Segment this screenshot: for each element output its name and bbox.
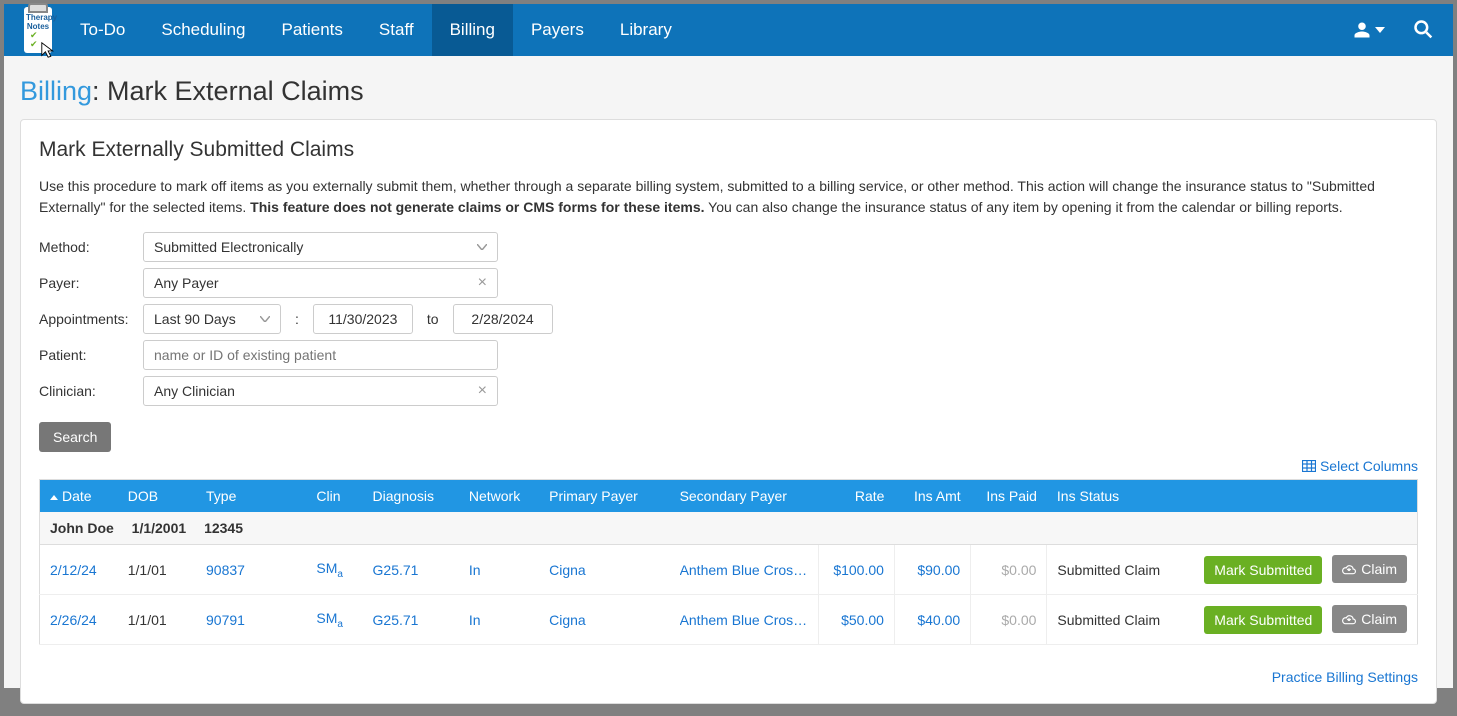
patient-group-row: John Doe 1/1/2001 12345 bbox=[40, 512, 1418, 545]
user-menu[interactable] bbox=[1353, 21, 1385, 39]
table-row: 2/26/24 1/1/01 90791 SMa G25.71 In Cigna… bbox=[40, 595, 1418, 645]
col-network[interactable]: Network bbox=[459, 480, 539, 513]
table-header-row: Date DOB Type Clin Diagnosis Network Pri… bbox=[40, 480, 1418, 513]
claim-button[interactable]: Claim bbox=[1332, 605, 1407, 633]
col-clin[interactable]: Clin bbox=[306, 480, 362, 513]
user-icon bbox=[1353, 21, 1371, 39]
cell-insamt[interactable]: $90.00 bbox=[917, 562, 960, 578]
group-patient-id: 12345 bbox=[204, 520, 243, 536]
colon-separator: : bbox=[289, 311, 305, 327]
col-actions bbox=[1187, 480, 1417, 513]
cell-date[interactable]: 2/12/24 bbox=[50, 562, 97, 578]
cell-dob: 1/1/01 bbox=[118, 595, 196, 645]
clear-payer-icon[interactable]: × bbox=[478, 274, 487, 292]
group-patient-dob: 1/1/2001 bbox=[132, 520, 187, 536]
nav-item-payers[interactable]: Payers bbox=[513, 4, 602, 56]
payer-select[interactable]: Any Payer × bbox=[143, 268, 498, 298]
breadcrumb-page: : Mark External Claims bbox=[92, 76, 364, 106]
patient-label: Patient: bbox=[39, 347, 135, 363]
cell-secondary[interactable]: Anthem Blue Cros… bbox=[680, 612, 808, 628]
cell-network[interactable]: In bbox=[469, 612, 481, 628]
col-insstatus[interactable]: Ins Status bbox=[1047, 480, 1187, 513]
cell-secondary[interactable]: Anthem Blue Cros… bbox=[680, 562, 808, 578]
appointments-range-select[interactable]: Last 90 Days bbox=[143, 304, 281, 334]
select-columns-link[interactable]: Select Columns bbox=[1302, 458, 1418, 474]
main-panel: Mark Externally Submitted Claims Use thi… bbox=[20, 119, 1437, 704]
logo[interactable]: TherapyNotes ✔✔ bbox=[4, 4, 62, 56]
cell-network[interactable]: In bbox=[469, 562, 481, 578]
clear-clinician-icon[interactable]: × bbox=[478, 382, 487, 400]
col-type[interactable]: Type bbox=[196, 480, 306, 513]
clinician-label: Clinician: bbox=[39, 383, 135, 399]
appointments-label: Appointments: bbox=[39, 311, 135, 327]
patient-input-wrapper bbox=[143, 340, 498, 370]
chevron-down-icon bbox=[477, 244, 487, 250]
cell-insamt[interactable]: $40.00 bbox=[917, 612, 960, 628]
cell-type[interactable]: 90837 bbox=[206, 562, 245, 578]
mark-submitted-button[interactable]: Mark Submitted bbox=[1204, 606, 1322, 634]
cell-rate[interactable]: $100.00 bbox=[833, 562, 884, 578]
cell-primary[interactable]: Cigna bbox=[549, 612, 586, 628]
group-patient-name: John Doe bbox=[50, 520, 114, 536]
cloud-download-icon bbox=[1342, 563, 1356, 575]
cell-primary[interactable]: Cigna bbox=[549, 562, 586, 578]
claims-table: Date DOB Type Clin Diagnosis Network Pri… bbox=[39, 479, 1418, 645]
breadcrumb-section[interactable]: Billing bbox=[20, 76, 92, 106]
date-from-input[interactable]: 11/30/2023 bbox=[313, 304, 413, 334]
col-rate[interactable]: Rate bbox=[818, 480, 894, 513]
app-frame: TherapyNotes ✔✔ To-Do Scheduling Patient… bbox=[4, 4, 1453, 688]
method-label: Method: bbox=[39, 239, 135, 255]
cell-clin[interactable]: SMa bbox=[316, 610, 343, 626]
panel-title: Mark Externally Submitted Claims bbox=[39, 138, 1418, 162]
col-primary[interactable]: Primary Payer bbox=[539, 480, 669, 513]
col-inspaid[interactable]: Ins Paid bbox=[971, 480, 1047, 513]
nav-item-scheduling[interactable]: Scheduling bbox=[143, 4, 263, 56]
chevron-down-icon bbox=[260, 316, 270, 322]
payer-label: Payer: bbox=[39, 275, 135, 291]
cell-clin[interactable]: SMa bbox=[316, 560, 343, 576]
col-dob[interactable]: DOB bbox=[118, 480, 196, 513]
practice-billing-settings-link[interactable]: Practice Billing Settings bbox=[1272, 669, 1418, 685]
chevron-down-icon bbox=[1375, 27, 1385, 33]
panel-description: Use this procedure to mark off items as … bbox=[39, 176, 1418, 218]
table-row: 2/12/24 1/1/01 90837 SMa G25.71 In Cigna… bbox=[40, 545, 1418, 595]
cell-rate[interactable]: $50.00 bbox=[841, 612, 884, 628]
cursor-icon bbox=[40, 41, 58, 59]
mark-submitted-button[interactable]: Mark Submitted bbox=[1204, 556, 1322, 584]
grid-icon bbox=[1302, 460, 1316, 472]
col-date[interactable]: Date bbox=[40, 480, 118, 513]
cell-type[interactable]: 90791 bbox=[206, 612, 245, 628]
cloud-download-icon bbox=[1342, 613, 1356, 625]
cell-dob: 1/1/01 bbox=[118, 545, 196, 595]
sort-asc-icon bbox=[50, 495, 58, 500]
nav-items: To-Do Scheduling Patients Staff Billing … bbox=[62, 4, 690, 56]
search-button[interactable]: Search bbox=[39, 422, 111, 452]
cell-insstatus: Submitted Claim bbox=[1047, 595, 1187, 645]
patient-input[interactable] bbox=[154, 347, 487, 363]
col-diagnosis[interactable]: Diagnosis bbox=[363, 480, 459, 513]
col-secondary[interactable]: Secondary Payer bbox=[670, 480, 819, 513]
nav-item-patients[interactable]: Patients bbox=[263, 4, 360, 56]
nav-item-billing[interactable]: Billing bbox=[432, 4, 513, 56]
date-to-input[interactable]: 2/28/2024 bbox=[453, 304, 553, 334]
to-label: to bbox=[421, 311, 445, 327]
cell-inspaid[interactable]: $0.00 bbox=[1001, 612, 1036, 628]
cell-diagnosis[interactable]: G25.71 bbox=[373, 612, 419, 628]
search-button[interactable] bbox=[1413, 19, 1433, 42]
breadcrumb: Billing: Mark External Claims bbox=[20, 76, 1437, 107]
nav-item-staff[interactable]: Staff bbox=[361, 4, 432, 56]
cell-diagnosis[interactable]: G25.71 bbox=[373, 562, 419, 578]
nav-item-todo[interactable]: To-Do bbox=[62, 4, 143, 56]
navbar: TherapyNotes ✔✔ To-Do Scheduling Patient… bbox=[4, 4, 1453, 56]
cell-inspaid[interactable]: $0.00 bbox=[1001, 562, 1036, 578]
cell-date[interactable]: 2/26/24 bbox=[50, 612, 97, 628]
search-icon bbox=[1413, 19, 1433, 39]
method-select[interactable]: Submitted Electronically bbox=[143, 232, 498, 262]
cell-insstatus: Submitted Claim bbox=[1047, 545, 1187, 595]
nav-item-library[interactable]: Library bbox=[602, 4, 690, 56]
col-insamt[interactable]: Ins Amt bbox=[894, 480, 970, 513]
claim-button[interactable]: Claim bbox=[1332, 555, 1407, 583]
clinician-select[interactable]: Any Clinician × bbox=[143, 376, 498, 406]
